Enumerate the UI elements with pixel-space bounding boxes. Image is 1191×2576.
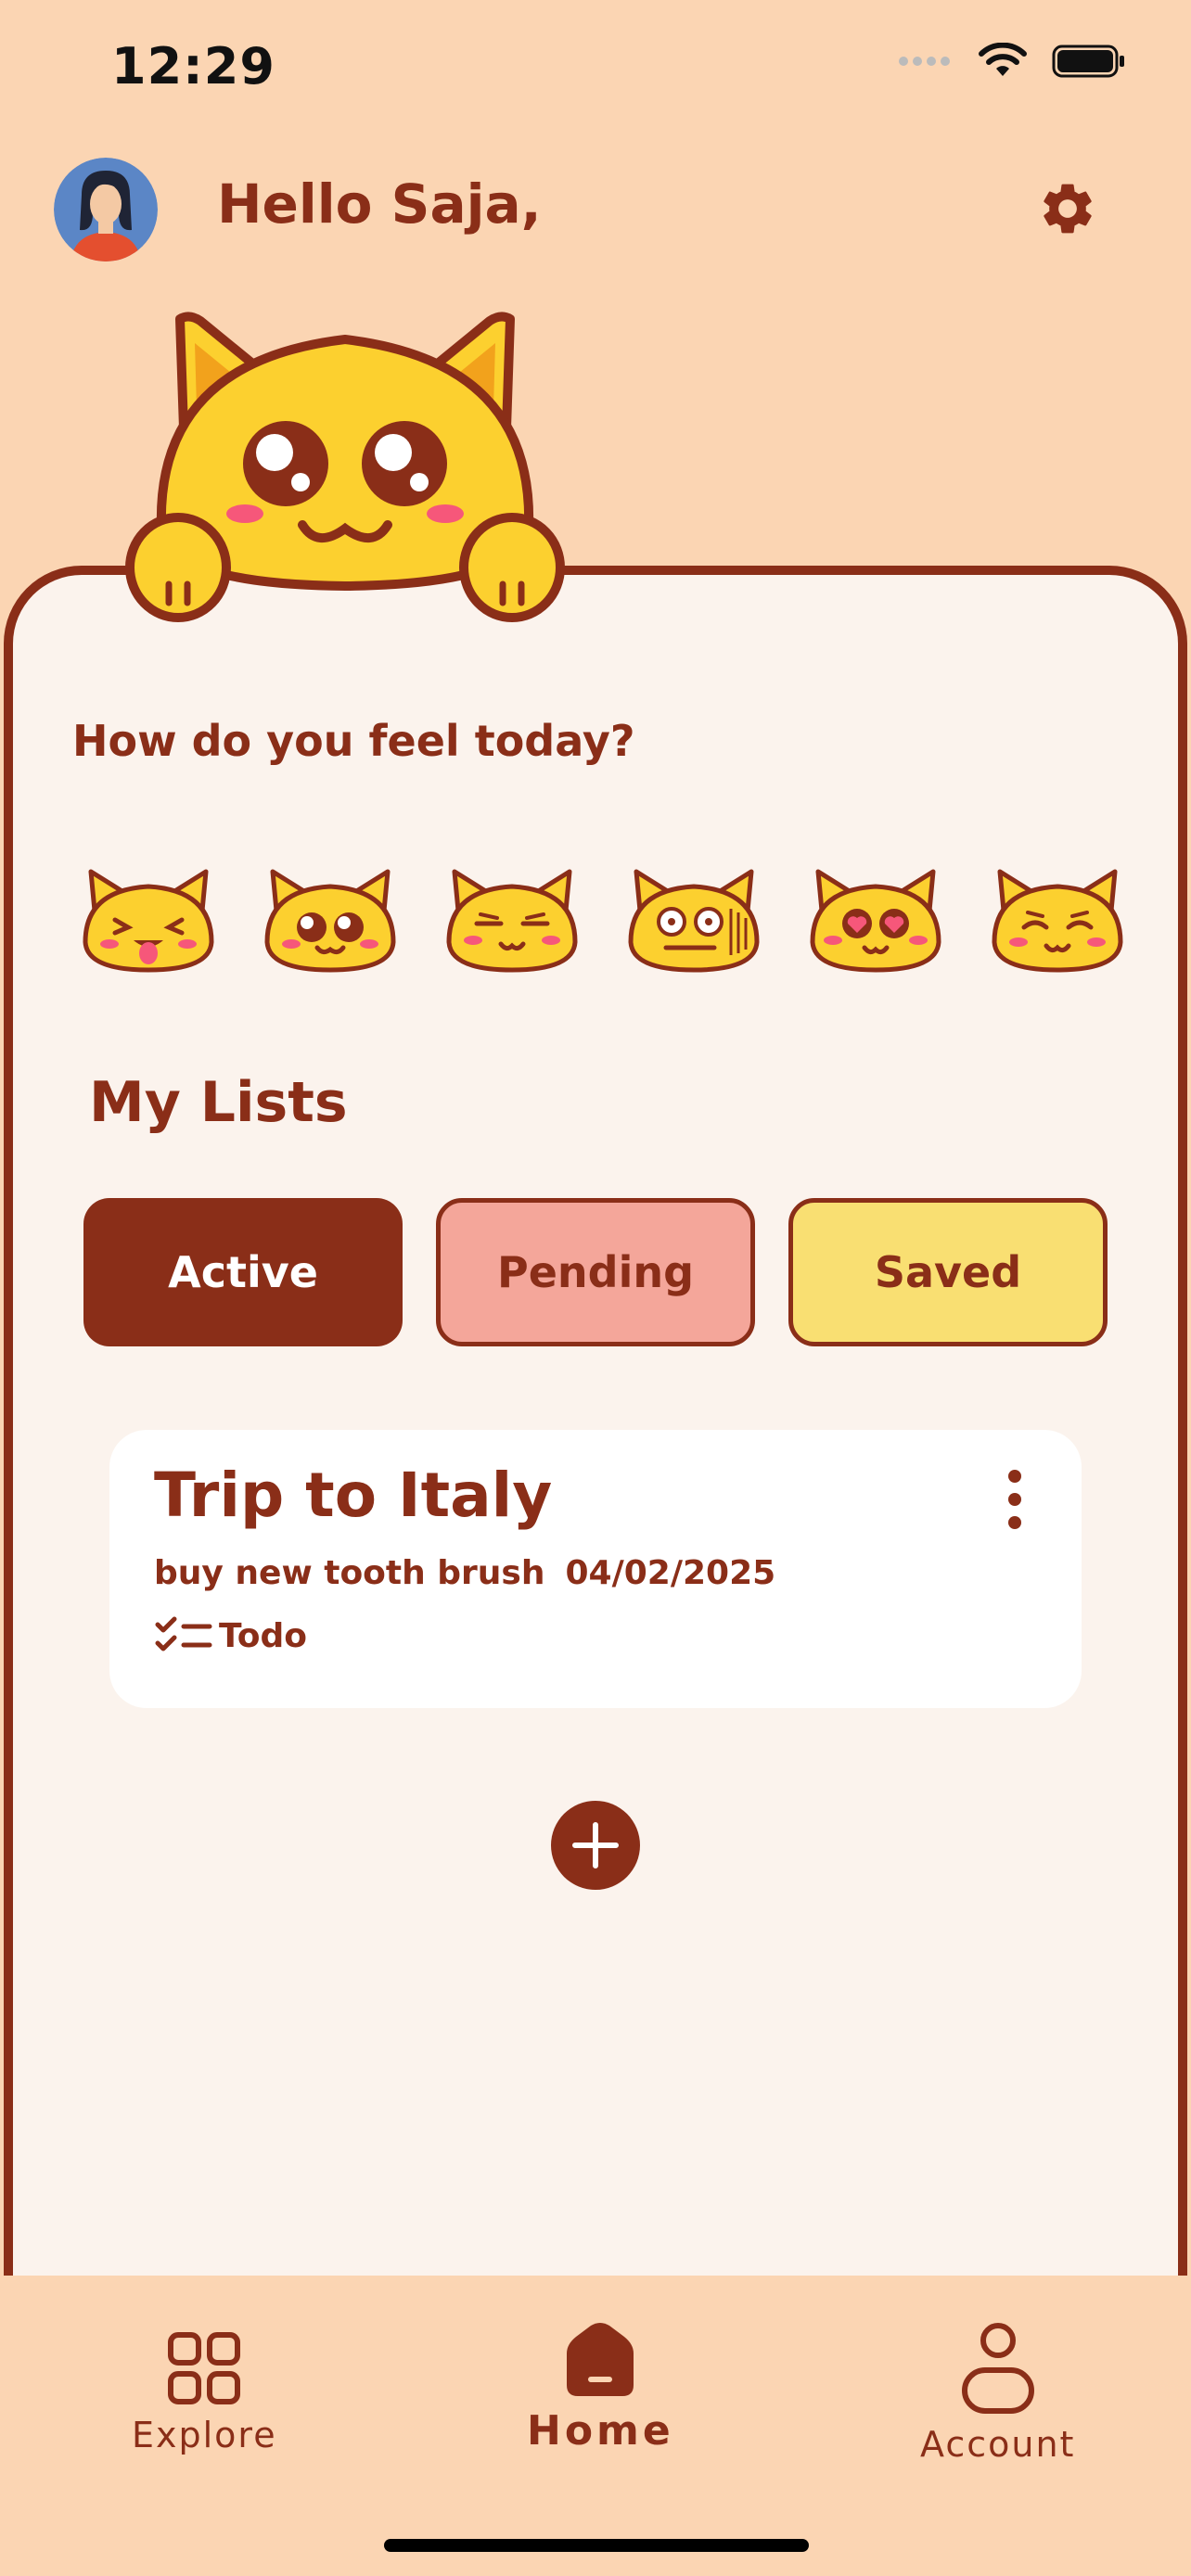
more-options-button[interactable] — [1004, 1467, 1026, 1532]
vertical-dots-icon — [1008, 1470, 1021, 1529]
nav-home[interactable]: Home — [527, 2322, 674, 2455]
cat-tongue-emoji[interactable] — [78, 862, 219, 976]
list-tabs: Active Pending Saved — [83, 1198, 1108, 1346]
nav-account-label: Account — [920, 2424, 1076, 2465]
list-card-type: Todo — [154, 1615, 307, 1656]
wifi-icon — [979, 43, 1027, 76]
cat-heart-eyes-emoji[interactable] — [805, 862, 946, 976]
list-card-type-label: Todo — [219, 1616, 308, 1655]
tab-saved[interactable]: Saved — [788, 1198, 1108, 1346]
grid-icon — [168, 2332, 241, 2404]
status-time: 12:29 — [111, 37, 275, 96]
checklist-icon — [155, 1616, 212, 1651]
list-card-title: Trip to Italy — [154, 1460, 553, 1531]
nav-explore-label: Explore — [132, 2415, 277, 2455]
cat-starry-eyes-emoji[interactable] — [260, 862, 401, 976]
settings-button[interactable] — [1037, 178, 1098, 239]
mood-question: How do you feel today? — [72, 716, 635, 766]
tab-pending[interactable]: Pending — [436, 1198, 755, 1346]
mood-emoji-row — [78, 862, 1128, 976]
list-card-details: buy new tooth brush 04/02/2025 — [154, 1554, 775, 1592]
list-card-subtitle: buy new tooth brush — [154, 1554, 545, 1592]
my-lists-title: My Lists — [89, 1070, 348, 1135]
gear-icon — [1044, 184, 1092, 234]
cat-shocked-emoji[interactable] — [623, 862, 764, 976]
bottom-navigation: Explore Home Account — [0, 2276, 1191, 2576]
avatar[interactable] — [54, 158, 158, 261]
list-card[interactable]: Trip to Italy buy new tooth brush 04/02/… — [109, 1430, 1082, 1708]
tab-active[interactable]: Active — [83, 1198, 403, 1346]
nav-explore[interactable]: Explore — [132, 2331, 277, 2455]
battery-icon — [1052, 45, 1124, 78]
nav-account[interactable]: Account — [920, 2322, 1075, 2465]
person-icon — [961, 2323, 1034, 2414]
cat-smug-emoji[interactable] — [442, 862, 583, 976]
list-card-date: 04/02/2025 — [565, 1554, 776, 1592]
cat-pleased-emoji[interactable] — [987, 862, 1128, 976]
greeting-text: Hello Saja, — [217, 172, 542, 236]
cellular-signal-icon — [899, 57, 950, 66]
home-icon — [567, 2323, 634, 2396]
nav-home-label: Home — [527, 2407, 674, 2455]
status-icons — [898, 43, 1126, 80]
cat-mascot — [104, 306, 586, 631]
add-list-button[interactable] — [551, 1801, 640, 1890]
home-indicator — [384, 2539, 809, 2552]
plus-icon — [572, 1822, 619, 1868]
